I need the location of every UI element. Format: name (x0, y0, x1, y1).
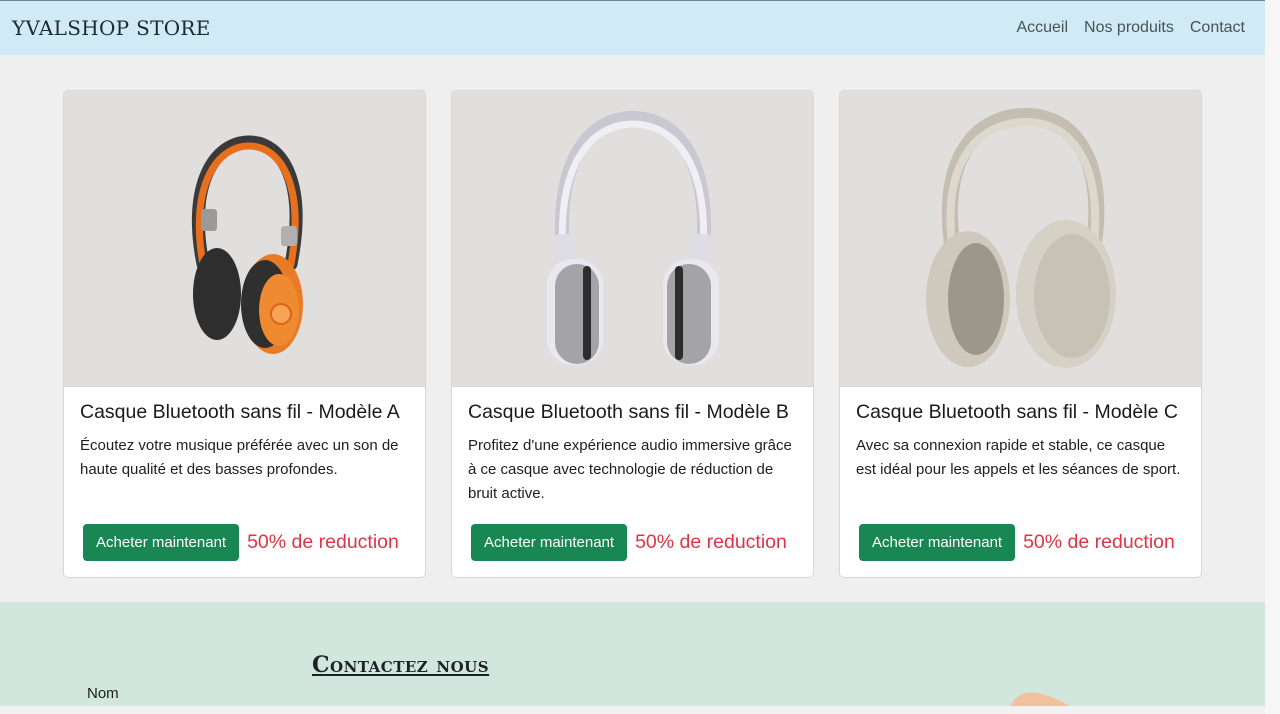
product-footer-c: Acheter maintenant 50% de reduction (859, 524, 1175, 561)
product-card-a: Casque Bluetooth sans fil - Modèle A Éco… (63, 90, 426, 578)
hand-image (1010, 692, 1070, 706)
bottom-strip (0, 706, 1265, 714)
product-image-b (452, 91, 813, 387)
contact-title: Contactez nous (312, 652, 490, 678)
brand-link[interactable]: YVALSHOP STORE (12, 16, 211, 40)
discount-label: 50% de reduction (635, 531, 787, 553)
nav-links: Accueil Nos produits Contact (1016, 19, 1253, 37)
buy-now-button[interactable]: Acheter maintenant (471, 524, 628, 561)
name-field-label: Nom (87, 685, 119, 702)
discount-label: 50% de reduction (247, 531, 399, 553)
buy-now-button[interactable]: Acheter maintenant (83, 524, 240, 561)
navbar: YVALSHOP STORE Accueil Nos produits Cont… (0, 0, 1265, 55)
product-card-c: Casque Bluetooth sans fil - Modèle C Ave… (839, 90, 1202, 578)
product-description: Profitez d'une expérience audio immersiv… (468, 437, 792, 502)
scrollbar-gutter[interactable] (1265, 0, 1280, 714)
product-body-b: Casque Bluetooth sans fil - Modèle B Pro… (452, 387, 813, 506)
product-description: Avec sa connexion rapide et stable, ce c… (856, 437, 1181, 478)
beige-headphones-image (925, 107, 1116, 368)
contact-section: Contactez nous Nom (0, 602, 1265, 706)
product-body-c: Casque Bluetooth sans fil - Modèle C Ave… (840, 387, 1201, 482)
white-headphones-image (546, 110, 719, 365)
product-card-b: Casque Bluetooth sans fil - Modèle B Pro… (451, 90, 814, 578)
product-image-a (64, 91, 425, 387)
product-footer-b: Acheter maintenant 50% de reduction (471, 524, 787, 561)
product-body-a: Casque Bluetooth sans fil - Modèle A Éco… (64, 387, 425, 482)
product-title: Casque Bluetooth sans fil - Modèle A (80, 401, 400, 423)
nav-contact-link[interactable]: Contact (1190, 19, 1245, 37)
product-title: Casque Bluetooth sans fil - Modèle B (468, 401, 789, 423)
buy-now-button[interactable]: Acheter maintenant (859, 524, 1016, 561)
nav-home-link[interactable]: Accueil (1016, 19, 1068, 37)
orange-headphones-image (191, 134, 303, 354)
product-footer-a: Acheter maintenant 50% de reduction (83, 524, 399, 561)
product-title: Casque Bluetooth sans fil - Modèle C (856, 401, 1178, 423)
product-image-c (840, 91, 1201, 387)
discount-label: 50% de reduction (1023, 531, 1175, 553)
product-description: Écoutez votre musique préférée avec un s… (80, 437, 399, 478)
nav-products-link[interactable]: Nos produits (1084, 19, 1174, 37)
product-cards: Casque Bluetooth sans fil - Modèle A Éco… (63, 90, 1202, 578)
